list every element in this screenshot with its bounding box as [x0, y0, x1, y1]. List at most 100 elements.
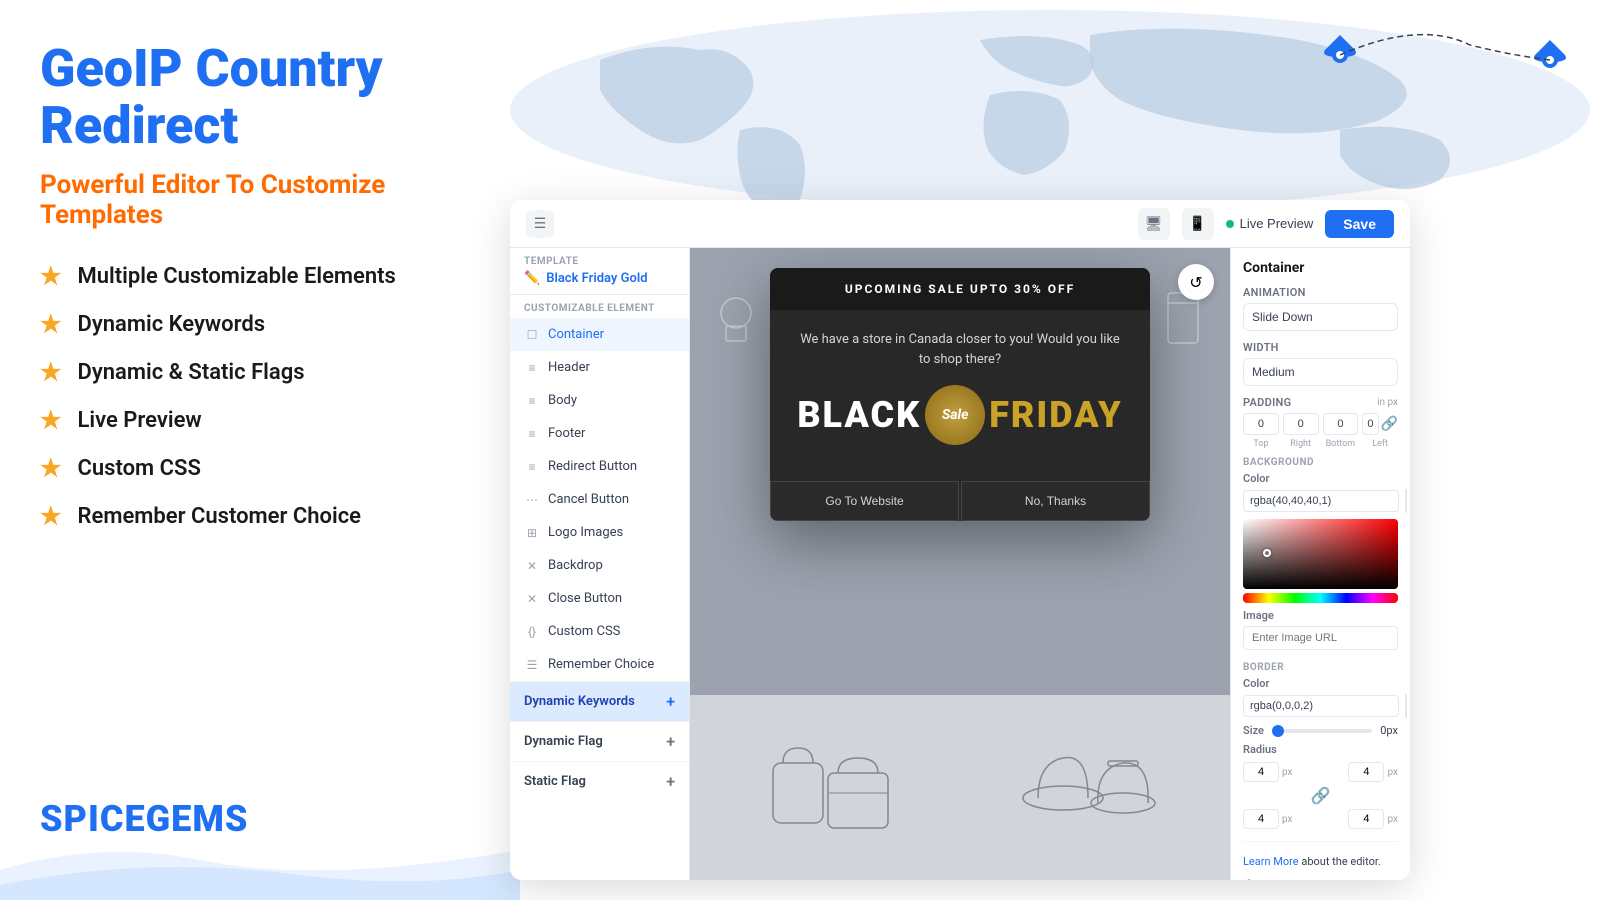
padding-bottom-input[interactable]	[1323, 413, 1359, 435]
save-button[interactable]: Save	[1325, 210, 1394, 238]
refresh-button[interactable]: ↺	[1178, 264, 1214, 300]
border-color-swatch[interactable]	[1405, 694, 1407, 718]
padding-row: Padding in px	[1243, 396, 1398, 409]
learn-more-link[interactable]: Learn More	[1243, 855, 1299, 868]
background-color-swatch[interactable]	[1405, 489, 1407, 513]
color-picker-hue-bar[interactable]	[1243, 593, 1398, 603]
footer-icon: ≡	[524, 427, 540, 441]
background-section: BACKGROUND Color Image	[1243, 457, 1398, 656]
close-icon: ✕	[524, 592, 540, 606]
template-label: TEMPLATE	[510, 248, 689, 269]
radius-br-input[interactable]	[1348, 809, 1384, 829]
editor-topbar: ☰ 🖥 📱 Live Preview Save	[510, 200, 1410, 248]
modal-title-area: BLACK Sale FRIDAY	[794, 385, 1126, 445]
border-section: BORDER Color Size 0px Radius	[1243, 662, 1398, 829]
star-icon-1: ★	[40, 262, 62, 290]
color-picker-area[interactable]	[1243, 519, 1398, 589]
sidebar-item-logo-images[interactable]: ⊞ Logo Images	[510, 516, 689, 549]
radius-tl-input[interactable]	[1243, 762, 1279, 782]
dynamic-flag-header[interactable]: Dynamic Flag +	[510, 722, 689, 761]
product-sketch-hats	[1018, 723, 1158, 853]
feature-item-1: ★ Multiple Customizable Elements	[40, 262, 480, 290]
animation-select[interactable]: Slide Down	[1243, 303, 1398, 331]
feature-list: ★ Multiple Customizable Elements ★ Dynam…	[40, 262, 480, 530]
feature-item-2: ★ Dynamic Keywords	[40, 310, 480, 338]
padding-label-left: Left	[1362, 439, 1398, 449]
width-select[interactable]: Medium	[1243, 358, 1398, 386]
radius-br-unit: px	[1387, 814, 1398, 825]
padding-label: Padding	[1243, 396, 1291, 409]
cancel-icon: ⋯	[524, 493, 540, 507]
padding-unit: in px	[1377, 397, 1398, 408]
sidebar-item-close-button[interactable]: ✕ Close Button	[510, 582, 689, 615]
sidebar-item-backdrop[interactable]: ✕ Backdrop	[510, 549, 689, 582]
editor-preview: UPCOMING SALE UPTO 30% OFF We have a sto…	[690, 248, 1230, 880]
radius-bottom-left: px	[1243, 809, 1297, 829]
live-preview-button[interactable]: Live Preview	[1226, 216, 1314, 231]
radius-bl-input[interactable]	[1243, 809, 1279, 829]
product-sketches-area	[690, 695, 1230, 880]
topbar-right: 🖥 📱 Live Preview Save	[1138, 208, 1394, 240]
modal-header: UPCOMING SALE UPTO 30% OFF	[770, 268, 1150, 310]
plus-icon-static-flag[interactable]: +	[666, 772, 675, 791]
live-preview-dot	[1226, 220, 1234, 228]
world-map-background	[500, 0, 1600, 220]
color-row	[1243, 489, 1398, 513]
dynamic-keywords-header[interactable]: Dynamic Keywords +	[510, 682, 689, 721]
header-icon: ≡	[524, 361, 540, 375]
radius-label: Radius	[1243, 743, 1398, 756]
no-thanks-button[interactable]: No, Thanks	[961, 481, 1150, 521]
modal-sale-circle: Sale	[925, 385, 985, 445]
image-url-input[interactable]	[1243, 626, 1398, 650]
radius-tr-input[interactable]	[1348, 762, 1384, 782]
sidebar-item-header[interactable]: ≡ Header	[510, 351, 689, 384]
radius-center-icon: 🔗	[1301, 786, 1341, 805]
padding-label-bottom: Bottom	[1323, 439, 1359, 449]
star-icon-2: ★	[40, 310, 62, 338]
menu-icon[interactable]: ☰	[526, 210, 554, 238]
editor-right-panel: Container Animation Slide Down Width Med…	[1230, 248, 1410, 880]
editor-container: ☰ 🖥 📱 Live Preview Save TEMPLATE ✏️ Blac…	[510, 200, 1410, 880]
plus-icon-dynamic-keywords[interactable]: +	[666, 692, 675, 711]
padding-left-input[interactable]	[1362, 413, 1378, 435]
modal-header-text: UPCOMING SALE UPTO 30% OFF	[790, 282, 1130, 296]
sidebar-item-redirect-button[interactable]: ≡ Redirect Button	[510, 450, 689, 483]
desktop-icon[interactable]: 🖥	[1138, 208, 1170, 240]
plus-icon-dynamic-flag[interactable]: +	[666, 732, 675, 751]
customizable-element-label: CUSTOMIZABLE ELEMENT	[510, 295, 689, 318]
radius-bl-unit: px	[1282, 814, 1293, 825]
mobile-icon[interactable]: 📱	[1182, 208, 1214, 240]
radius-link-icon[interactable]: 🔗	[1311, 786, 1331, 805]
go-to-website-button[interactable]: Go To Website	[770, 481, 959, 521]
size-slider-thumb	[1272, 725, 1284, 737]
sidebar-item-footer[interactable]: ≡ Footer	[510, 417, 689, 450]
sidebar-item-custom-css[interactable]: {} Custom CSS	[510, 615, 689, 648]
padding-label-row: Top Right Bottom Left	[1243, 439, 1398, 449]
modal-buttons: Go To Website No, Thanks	[770, 481, 1150, 521]
sidebar-item-body[interactable]: ≡ Body	[510, 384, 689, 417]
sidebar-item-remember-choice[interactable]: ☰ Remember Choice	[510, 648, 689, 681]
sidebar-item-cancel-button[interactable]: ⋯ Cancel Button	[510, 483, 689, 516]
sidebar-item-container[interactable]: ☐ Container	[510, 318, 689, 351]
body-icon: ≡	[524, 394, 540, 408]
padding-right-input[interactable]	[1283, 413, 1319, 435]
size-value: 0px	[1380, 724, 1398, 737]
link-icon[interactable]: 🔗	[1381, 416, 1398, 432]
static-flag-header[interactable]: Static Flag +	[510, 762, 689, 801]
background-label: BACKGROUND	[1243, 457, 1398, 468]
background-color-input[interactable]	[1243, 490, 1399, 512]
modal-friday-text: FRIDAY	[989, 394, 1122, 436]
redirect-icon: ≡	[524, 460, 540, 474]
feature-item-3: ★ Dynamic & Static Flags	[40, 358, 480, 386]
black-friday-modal: UPCOMING SALE UPTO 30% OFF We have a sto…	[770, 268, 1150, 521]
image-label: Image	[1243, 609, 1398, 622]
padding-top-input[interactable]	[1243, 413, 1279, 435]
border-color-input[interactable]	[1243, 695, 1399, 717]
help-section: Learn More about the editor. If you need…	[1243, 841, 1398, 880]
padding-label-top: Top	[1243, 439, 1279, 449]
template-name: ✏️ Black Friday Gold	[510, 269, 689, 295]
width-label: Width	[1243, 341, 1398, 354]
border-label: BORDER	[1243, 662, 1398, 673]
css-icon: {}	[524, 625, 540, 639]
logo-icon: ⊞	[524, 526, 540, 540]
